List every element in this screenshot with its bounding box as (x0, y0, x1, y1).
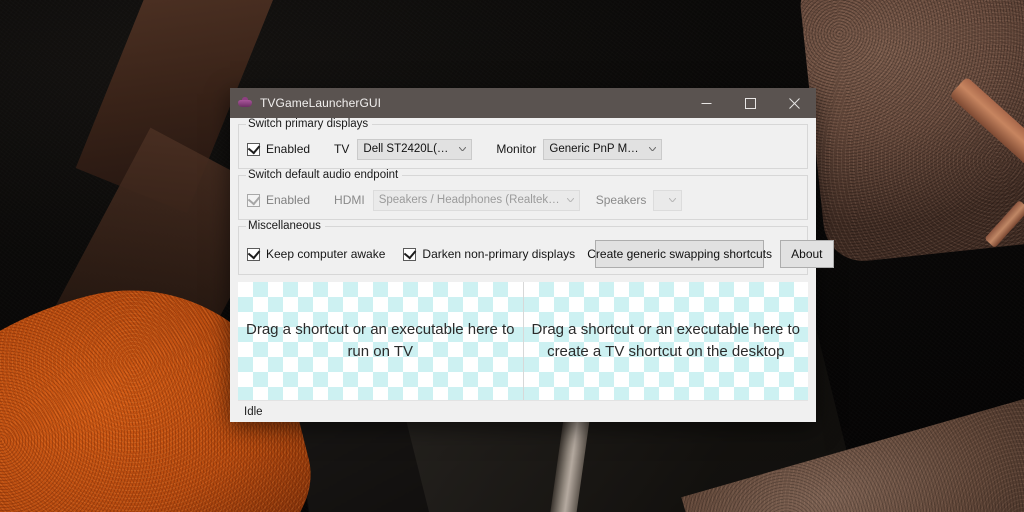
checkbox-box (403, 246, 417, 261)
monitor-combobox-value: Generic PnP Monitor (549, 143, 644, 155)
darken-displays-checkbox[interactable]: Darken non-primary displays (403, 246, 576, 261)
checkbox-box (247, 246, 261, 261)
displays-enabled-checkbox[interactable]: Enabled (247, 141, 311, 156)
tv-icon (237, 95, 253, 111)
group-miscellaneous: Miscellaneous Keep computer awake Darken… (238, 220, 834, 275)
drop-zones-container: Drag a shortcut or an executable here to… (238, 282, 808, 400)
minimize-icon[interactable] (684, 88, 728, 118)
desktop-background: TVGameLauncherGUI Switch primary display… (0, 0, 1024, 512)
hdmi-audio-combobox[interactable]: Speakers / Headphones (Realtek Audio) (372, 189, 580, 211)
maximize-icon[interactable] (728, 88, 772, 118)
tv-combobox[interactable]: Dell ST2420L(HDMI) (357, 138, 473, 160)
drop-zone-run-on-tv[interactable]: Drag a shortcut or an executable here to… (238, 282, 523, 400)
tv-combobox-value: Dell ST2420L(HDMI) (363, 143, 454, 155)
audio-enabled-checkbox[interactable]: Enabled (247, 192, 311, 207)
about-button[interactable]: About (780, 240, 834, 268)
group-switch-default-audio-endpoint: Switch default audio endpoint Enabled HD… (238, 169, 808, 220)
create-generic-swapping-shortcuts-button[interactable]: Create generic swapping shortcuts (587, 240, 772, 268)
checkbox-box (247, 141, 261, 156)
about-button-label: About (791, 247, 823, 261)
audio-enabled-label: Enabled (266, 193, 311, 207)
monitor-label: Monitor (496, 142, 537, 156)
audio-row: Enabled HDMI Speakers / Headphones (Real… (247, 189, 799, 211)
tv-label: TV (334, 142, 350, 156)
miscellaneous-row: Keep computer awake Darken non-primary d… (247, 240, 834, 268)
chevron-down-icon (454, 147, 471, 151)
keep-awake-label: Keep computer awake (266, 247, 386, 261)
displays-row: Enabled TV Dell ST2420L(HDMI) Monitor Ge… (247, 138, 799, 160)
darken-displays-label: Darken non-primary displays (422, 247, 576, 261)
checkbox-box (247, 192, 261, 207)
window-client-area: Switch primary displays Enabled TV Dell … (230, 118, 834, 422)
chevron-down-icon (664, 198, 681, 202)
window-title: TVGameLauncherGUI (260, 96, 382, 110)
group-title-audio: Switch default audio endpoint (246, 169, 403, 181)
monitor-combobox[interactable]: Generic PnP Monitor (543, 138, 663, 160)
chevron-down-icon (644, 147, 661, 151)
displays-enabled-label: Enabled (266, 142, 311, 156)
drop-zone-run-on-tv-text: Drag a shortcut or an executable here to… (246, 321, 515, 360)
create-shortcuts-button-label: Create generic swapping shortcuts (587, 247, 773, 261)
group-switch-primary-displays: Switch primary displays Enabled TV Dell … (238, 118, 808, 169)
application-window: TVGameLauncherGUI Switch primary display… (230, 88, 834, 422)
hdmi-label: HDMI (334, 193, 365, 207)
drop-zone-create-shortcut[interactable]: Drag a shortcut or an executable here to… (522, 282, 808, 400)
group-title-displays: Switch primary displays (246, 118, 373, 130)
speakers-combobox[interactable] (653, 189, 683, 211)
window-controls (684, 88, 816, 118)
keep-awake-checkbox[interactable]: Keep computer awake (247, 246, 386, 261)
hdmi-audio-combobox-value: Speakers / Headphones (Realtek Audio) (378, 194, 562, 206)
status-bar: Idle (238, 400, 808, 422)
group-title-miscellaneous: Miscellaneous (246, 220, 325, 232)
speakers-label: Speakers (595, 193, 647, 207)
drop-zone-create-shortcut-text: Drag a shortcut or an executable here to… (531, 321, 801, 360)
status-text: Idle (244, 405, 263, 418)
chevron-down-icon (562, 198, 579, 202)
title-bar[interactable]: TVGameLauncherGUI (230, 88, 816, 118)
close-icon[interactable] (772, 88, 816, 118)
